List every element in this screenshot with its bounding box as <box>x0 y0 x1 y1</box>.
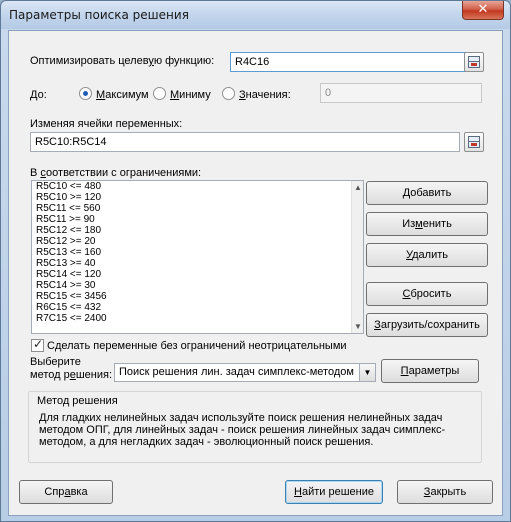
objective-cell-field[interactable]: R4C16 <box>230 52 470 72</box>
method-label-line2: метод решения: <box>30 369 113 381</box>
constraint-item[interactable]: R5C14 >= 30 <box>32 280 363 291</box>
to-label: До: <box>30 89 47 101</box>
value-of-field[interactable]: 0 <box>320 83 482 103</box>
constraint-item[interactable]: R5C11 <= 560 <box>32 203 363 214</box>
constraint-item[interactable]: R5C12 <= 180 <box>32 225 363 236</box>
parameters-button[interactable]: Параметры <box>381 359 479 383</box>
radio-value-of-label[interactable]: Значения: <box>239 89 291 101</box>
constraints-items: R5C10 <= 480 R5C10 >= 120 R5C11 <= 560 R5C1… <box>32 181 363 324</box>
constraint-item[interactable]: R5C12 >= 20 <box>32 236 363 247</box>
constraints-list[interactable]: R5C10 <= 480 R5C10 >= 120 R5C11 <= 560 R5C1… <box>31 180 364 334</box>
constraint-item[interactable]: R7C15 <= 2400 <box>32 313 363 324</box>
window-title: Параметры поиска решения <box>9 8 189 22</box>
constraint-item[interactable]: R5C13 >= 40 <box>32 258 363 269</box>
constraint-item[interactable]: R5C13 <= 160 <box>32 247 363 258</box>
constraint-item[interactable]: R5C10 <= 480 <box>32 181 363 192</box>
method-select-value: Поиск решения лин. задач симплекс-методо… <box>119 366 354 378</box>
constraint-item[interactable]: R5C10 >= 120 <box>32 192 363 203</box>
constraint-item[interactable]: R5C14 <= 120 <box>32 269 363 280</box>
method-description-group: Метод решения Для гладких нелинейных зад… <box>28 391 482 463</box>
constraint-item[interactable]: R5C15 <= 3456 <box>32 291 363 302</box>
changing-cells-field[interactable]: R5C10:R5C14 <box>30 132 460 152</box>
collapse-dialog-icon <box>468 56 480 68</box>
constraint-item[interactable]: R6C15 <= 432 <box>32 302 363 313</box>
method-group-title: Метод решения <box>37 395 118 407</box>
method-description-text: Для гладких нелинейных задач используйте… <box>39 412 446 448</box>
window-close-button[interactable]: ✕ <box>462 1 504 20</box>
reset-button[interactable]: Сбросить <box>366 282 488 306</box>
radio-minimum[interactable] <box>153 87 166 100</box>
delete-button[interactable]: Удалить <box>366 243 488 267</box>
method-select[interactable]: Поиск решения лин. задач симплекс-методо… <box>114 363 376 382</box>
collapse-dialog-icon <box>468 136 480 148</box>
method-label-line1: Выберите <box>30 356 81 368</box>
nonnegative-label[interactable]: Сделать переменные без ограничений неотр… <box>47 340 347 352</box>
changing-cells-ref-button[interactable] <box>464 132 484 152</box>
add-button[interactable]: Добавить <box>366 181 488 205</box>
title-bar[interactable]: Параметры поиска решения ✕ <box>1 1 510 29</box>
radio-value-of[interactable] <box>222 87 235 100</box>
load-save-button[interactable]: Загрузить/сохранить <box>366 313 488 337</box>
change-button[interactable]: Изменить <box>366 212 488 236</box>
dialog-body: Оптимизировать целевую функцию: R4C16 До… <box>8 30 503 516</box>
close-button[interactable]: Закрыть <box>397 480 493 504</box>
nonnegative-checkbox[interactable] <box>31 337 44 352</box>
help-button[interactable]: Справка <box>19 480 113 504</box>
constraint-item[interactable]: R5C11 >= 90 <box>32 214 363 225</box>
objective-label: Оптимизировать целевую функцию: <box>30 55 215 67</box>
solve-button[interactable]: Найти решение <box>285 480 383 504</box>
close-icon: ✕ <box>477 2 489 17</box>
chevron-down-icon[interactable]: ▼ <box>359 364 375 381</box>
scroll-up-icon[interactable]: ▲ <box>354 183 362 192</box>
objective-ref-button[interactable] <box>464 52 484 72</box>
changing-cells-label: Изменяя ячейки переменных: <box>30 118 183 130</box>
solver-dialog-window: Параметры поиска решения ✕ Оптимизироват… <box>0 0 511 522</box>
radio-maximum[interactable] <box>79 87 92 100</box>
radio-minimum-label[interactable]: Миниму <box>170 89 211 101</box>
constraints-label: В соответствии с ограничениями: <box>30 167 202 179</box>
constraints-scrollbar[interactable]: ▲ ▼ <box>351 181 363 333</box>
radio-maximum-label[interactable]: Максимум <box>96 89 149 101</box>
scroll-down-icon[interactable]: ▼ <box>354 322 362 331</box>
